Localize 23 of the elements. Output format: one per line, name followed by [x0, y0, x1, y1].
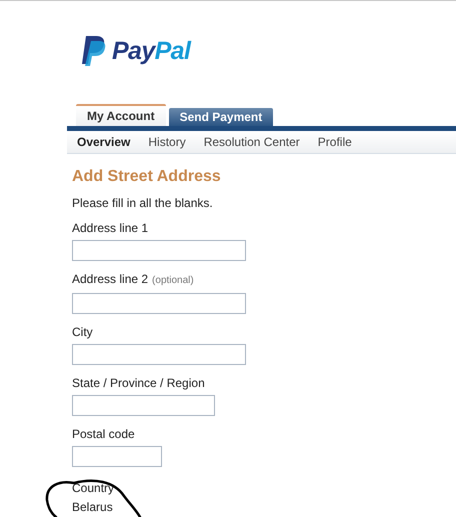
logo-wordmark: PayPal: [112, 38, 190, 64]
nav-link[interactable]: Overview: [77, 133, 130, 151]
input-field[interactable]: [72, 344, 246, 365]
nav-link[interactable]: Resolution Center: [204, 133, 300, 151]
tab[interactable]: My Account: [76, 104, 166, 126]
field-label: Country: [72, 481, 116, 495]
country-value: Belarus: [72, 500, 114, 514]
input-field[interactable]: [72, 395, 215, 416]
field-label: Address line 2: [72, 272, 148, 286]
optional-note: (optional): [152, 274, 194, 288]
nav-link[interactable]: Profile: [318, 133, 352, 151]
nav-link[interactable]: History: [148, 133, 186, 151]
tab[interactable]: Send Payment: [168, 108, 274, 126]
input-field[interactable]: [72, 293, 246, 314]
instructions: Please fill in all the blanks.: [72, 196, 214, 210]
field-label: Postal code: [72, 427, 135, 441]
input-field[interactable]: [72, 240, 246, 261]
field-label: Address line 1: [72, 221, 148, 235]
field-label: State / Province / Region: [72, 376, 205, 390]
field-label: City: [72, 325, 93, 339]
logo-icon: [82, 36, 106, 66]
page-heading: Add Street Address: [72, 167, 222, 187]
input-field[interactable]: [72, 446, 162, 467]
